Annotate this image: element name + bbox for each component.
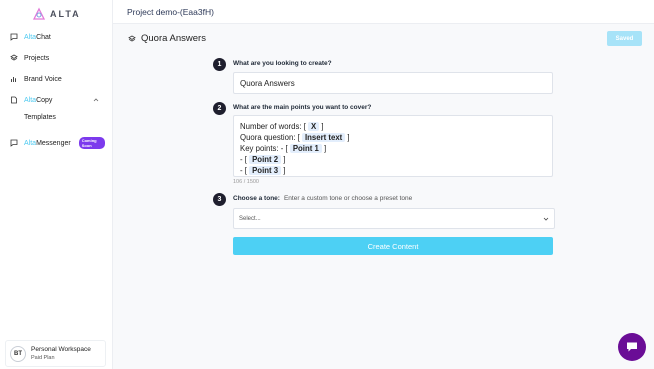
sidebar-item-label: Templates [24, 114, 56, 121]
chat-bubble-icon [10, 139, 18, 147]
line-text: ] [281, 166, 286, 175]
coming-soon-badge: Coming Soon [78, 137, 105, 149]
chevron-down-icon [543, 217, 549, 221]
sidebar-item-label: Copy [36, 96, 53, 104]
placeholder-chip: Point 1 [289, 144, 322, 153]
project-title[interactable]: Project demo-(Eaa3fH) [127, 7, 214, 17]
step-label: Choose a tone: Enter a custom tone or cho… [233, 195, 412, 202]
logo-text: ALTA [50, 9, 81, 19]
sidebar-item-projects[interactable]: Projects [10, 54, 105, 62]
layers-icon [128, 35, 136, 41]
line-text: - [ [240, 155, 250, 164]
tone-select-value: Select... [239, 216, 261, 222]
layers-icon [10, 54, 18, 62]
tone-hint: Enter a custom tone or choose a preset t… [283, 195, 413, 202]
line-text: ] [321, 144, 327, 153]
main-points-textarea[interactable]: Number of words: [ X ] Quora question: [… [233, 115, 553, 177]
step-label: What are the main points you want to cov… [233, 104, 372, 111]
chat-bubble-icon [10, 33, 18, 41]
sidebar: ALTA AltaChat Projects Brand Voice AltaC… [0, 0, 113, 369]
placeholder-chip: Point 2 [249, 155, 282, 164]
line-text: Number of words: [ [240, 122, 309, 131]
line-text: ] [319, 122, 324, 131]
line-text: ] [345, 133, 350, 142]
sidebar-item-templates[interactable]: Templates [24, 114, 105, 121]
textarea-line: Quora question: [ Insert text ] [240, 132, 546, 143]
alta-logo-icon [32, 7, 46, 20]
line-text: Key points: - [ [240, 144, 290, 153]
document-header: Quora Answers [128, 33, 206, 44]
chat-bubble-icon [627, 342, 637, 352]
sidebar-item-accent: Alta [24, 33, 37, 41]
step-number: 2 [213, 102, 226, 115]
document-icon [10, 96, 18, 104]
character-counter: 106 / 1500 [233, 179, 259, 185]
sidebar-item-brand-voice[interactable]: Brand Voice [10, 75, 105, 83]
textarea-line: - [ Point 2 ] [240, 154, 546, 165]
step-number: 1 [213, 58, 226, 71]
topbar: Project demo-(Eaa3fH) [113, 0, 654, 24]
sidebar-item-label: Brand Voice [24, 75, 62, 83]
line-text: - [ [240, 166, 250, 175]
avatar: BT [10, 345, 26, 362]
bar-chart-icon [10, 75, 18, 83]
placeholder-chip: X [308, 122, 320, 131]
tone-label: Choose a tone: [233, 195, 280, 202]
chevron-up-icon[interactable] [93, 97, 99, 103]
logo[interactable]: ALTA [32, 7, 81, 21]
document-title: Quora Answers [141, 33, 206, 44]
sidebar-item-accent: Alta [24, 139, 37, 147]
sidebar-item-altachat[interactable]: AltaChat [10, 33, 105, 41]
placeholder-chip: Insert text [301, 133, 346, 142]
line-text: ] [281, 155, 286, 164]
sidebar-item-accent: Alta [24, 96, 37, 104]
textarea-line: - [ Point 3 ] [240, 165, 546, 176]
chat-launcher-button[interactable] [618, 333, 646, 361]
workspace-plan: Paid Plan [31, 355, 55, 361]
workspace-name: Personal Workspace [31, 346, 91, 353]
workspace-switcher[interactable]: BT Personal Workspace Paid Plan [5, 340, 106, 367]
tone-select[interactable]: Select... [233, 208, 555, 229]
line-text: Quora question: [ [240, 133, 302, 142]
saved-button[interactable]: Saved [607, 31, 642, 46]
sidebar-item-label: Projects [24, 54, 50, 62]
create-type-input[interactable]: Quora Answers [233, 72, 553, 94]
sidebar-item-altacopy[interactable]: AltaCopy [10, 96, 105, 104]
sidebar-item-altamessenger[interactable]: AltaMessenger Coming Soon [10, 137, 105, 149]
step-number: 3 [213, 193, 226, 206]
textarea-line: Number of words: [ X ] [240, 121, 546, 132]
sidebar-item-label: Messenger [36, 139, 71, 147]
step-label: What are you looking to create? [233, 60, 332, 67]
textarea-line: Key points: - [ Point 1 ] [240, 143, 546, 154]
create-content-button[interactable]: Create Content [233, 237, 553, 255]
sidebar-item-label: Chat [36, 33, 51, 41]
placeholder-chip: Point 3 [249, 166, 282, 175]
